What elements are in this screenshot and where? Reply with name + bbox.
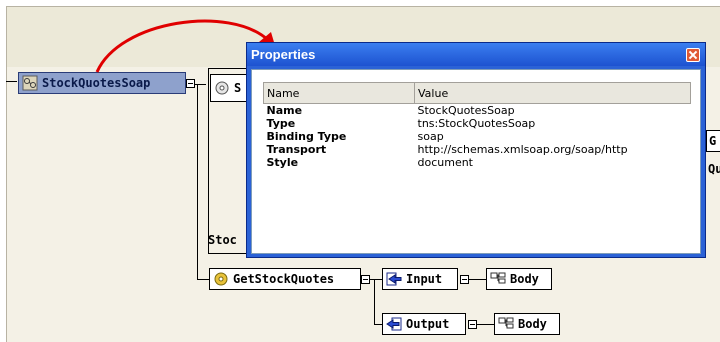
- property-value: http://schemas.xmlsoap.org/soap/http: [417, 143, 628, 156]
- dialog-titlebar[interactable]: Properties: [247, 43, 705, 66]
- table-row[interactable]: Style document: [264, 156, 691, 169]
- property-key: Transport: [266, 143, 327, 156]
- close-icon[interactable]: [686, 48, 700, 62]
- properties-table: Name Value Name StockQuotesSoap Type tns…: [263, 82, 691, 169]
- property-key: Type: [266, 117, 296, 130]
- property-value: soap: [417, 130, 444, 143]
- property-value: tns:StockQuotesSoap: [417, 117, 536, 130]
- property-key: Style: [266, 156, 299, 169]
- properties-dialog: Properties Name Value Name StockQuotesSo…: [246, 42, 706, 258]
- table-row[interactable]: Type tns:StockQuotesSoap: [264, 117, 691, 130]
- property-key: Name: [266, 104, 303, 117]
- properties-panel: Name Value Name StockQuotesSoap Type tns…: [251, 69, 701, 254]
- property-key: Binding Type: [266, 130, 347, 143]
- table-row[interactable]: Name StockQuotesSoap: [264, 104, 691, 118]
- table-header: Name Value: [263, 82, 691, 104]
- table-row[interactable]: Binding Type soap: [264, 130, 691, 143]
- property-value: StockQuotesSoap: [417, 104, 515, 117]
- table-row[interactable]: Transport http://schemas.xmlsoap.org/soa…: [264, 143, 691, 156]
- column-header-value[interactable]: Value: [414, 82, 691, 104]
- column-header-name[interactable]: Name: [263, 82, 415, 104]
- property-value: document: [417, 156, 474, 169]
- dialog-title: Properties: [251, 47, 316, 62]
